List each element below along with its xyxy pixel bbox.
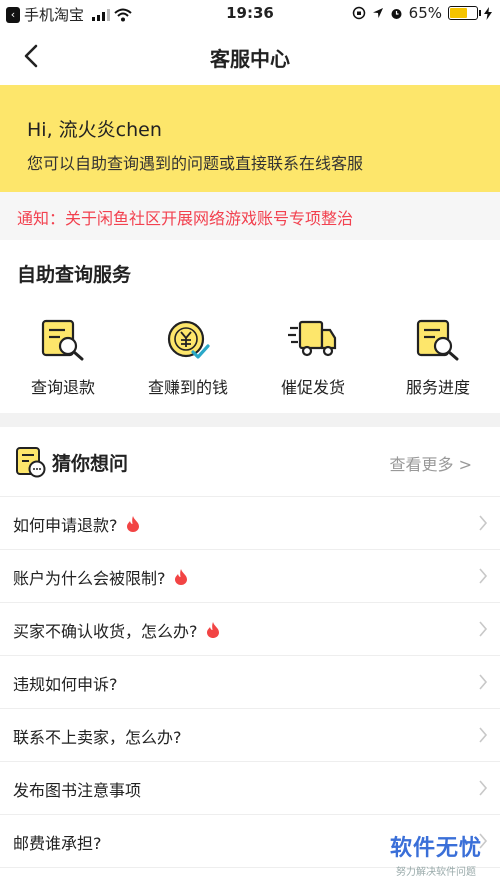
page-title: 客服中心	[210, 47, 290, 71]
self-service-section: 自助查询服务 查询退款 查赚到的钱 催促发货 服务进度	[0, 240, 500, 413]
chevron-right-icon	[479, 727, 488, 743]
notice-bar[interactable]: 通知：关于闲鱼社区开展网络游戏账号专项整治	[0, 192, 500, 240]
faq-question-text: 发布图书注意事项	[13, 781, 142, 800]
faq-question-text: 邮费谁承担?	[13, 834, 102, 853]
chevron-right-icon	[479, 780, 488, 796]
nav-bar: 客服中心	[0, 28, 500, 85]
progress-search-icon	[416, 319, 459, 361]
faq-row[interactable]: 违规如何申诉?	[0, 656, 500, 709]
service-label: 催促发货	[280, 378, 345, 397]
service-label: 查赚到的钱	[147, 378, 228, 397]
chevron-right-icon	[479, 674, 488, 690]
location-icon	[372, 8, 383, 18]
chevron-right-icon	[479, 621, 488, 637]
faq-question-text: 账户为什么会被限制?	[13, 569, 166, 588]
service-item-earnings[interactable]: 查赚到的钱	[128, 318, 248, 398]
faq-question: 违规如何申诉?	[13, 671, 118, 695]
alarm-icon	[391, 8, 402, 19]
watermark-sub: 努力解决软件问题	[395, 867, 476, 878]
faq-row[interactable]: 买家不确认收货，怎么办?	[0, 603, 500, 656]
faq-row[interactable]: 账户为什么会被限制?	[0, 550, 500, 603]
battery-icon	[448, 6, 481, 20]
faq-row[interactable]: 发布图书注意事项	[0, 762, 500, 815]
faq-header: 猜你想问 查看更多 >	[0, 427, 500, 497]
hot-flame-icon	[206, 622, 219, 638]
faq-question: 发布图书注意事项	[13, 777, 141, 801]
greeting-text: Hi, 流火炎chen	[27, 119, 162, 141]
greeting-subtitle: 您可以自助查询遇到的问题或直接联系在线客服	[27, 154, 364, 173]
status-right: 65%	[352, 4, 492, 22]
faq-row[interactable]: 如何申请退款?	[0, 497, 500, 550]
chevron-right-icon	[479, 568, 488, 584]
charging-icon	[484, 6, 492, 20]
service-item-urge-shipping[interactable]: 催促发货	[253, 318, 373, 398]
hot-flame-icon	[174, 569, 187, 585]
faq-question: 如何申请退款?	[13, 512, 140, 536]
greeting-banner: Hi, 流火炎chen 您可以自助查询遇到的问题或直接联系在线客服	[0, 85, 500, 192]
service-item-refund[interactable]: 查询退款	[3, 318, 123, 398]
faq-section: 猜你想问 查看更多 > 如何申请退款? 账户为什么会被限制? 买家不确认收货，怎么办…	[0, 427, 500, 889]
refund-search-icon	[41, 319, 84, 361]
service-item-progress[interactable]: 服务进度	[378, 318, 498, 398]
yen-coin-icon	[167, 320, 210, 359]
question-chat-icon	[16, 447, 46, 478]
service-label: 服务进度	[405, 378, 470, 397]
self-service-title: 自助查询服务	[17, 264, 132, 286]
chevron-right-icon	[479, 515, 488, 531]
hot-flame-icon	[126, 516, 139, 532]
faq-question: 联系不上卖家，怎么办?	[13, 724, 182, 748]
status-bar: ‹ 手机淘宝 19:36 65%	[0, 0, 500, 28]
battery-percent: 65%	[408, 4, 442, 22]
faq-question-text: 违规如何申诉?	[13, 675, 118, 694]
faq-question-text: 如何申请退款?	[13, 516, 118, 535]
faq-question: 买家不确认收货，怎么办?	[13, 618, 220, 642]
faq-question-text: 买家不确认收货，怎么办?	[13, 622, 198, 641]
faq-question: 账户为什么会被限制?	[13, 565, 188, 589]
watermark: 软件无忧 努力解决软件问题	[390, 830, 482, 878]
faq-question: 邮费谁承担?	[13, 830, 102, 854]
faq-row[interactable]: 联系不上卖家，怎么办?	[0, 709, 500, 762]
delivery-truck-icon	[288, 320, 337, 357]
watermark-main: 软件无忧	[389, 836, 482, 861]
view-more-link[interactable]: 查看更多 >	[390, 451, 473, 475]
rotation-lock-icon	[352, 6, 365, 20]
faq-question-text: 联系不上卖家，怎么办?	[13, 728, 182, 747]
service-label: 查询退款	[30, 378, 95, 397]
faq-title: 猜你想问	[52, 453, 129, 475]
